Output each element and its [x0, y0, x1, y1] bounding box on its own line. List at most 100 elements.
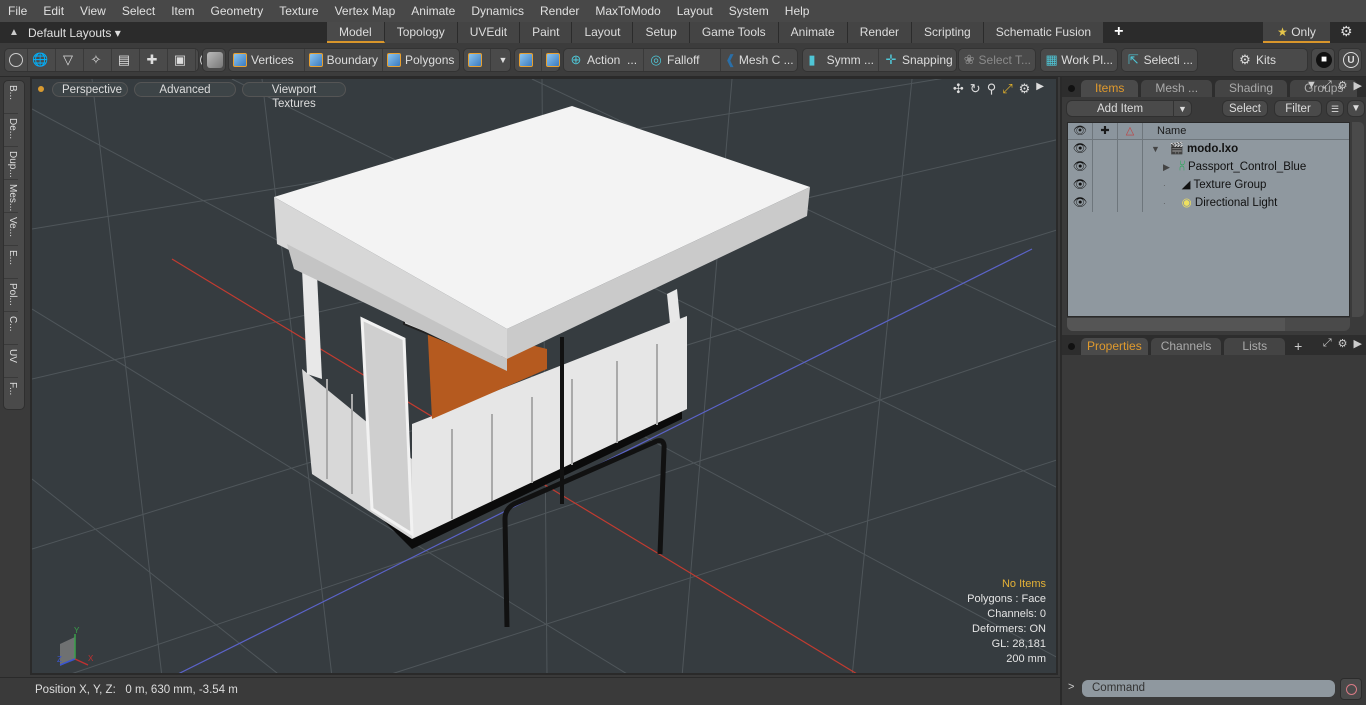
mesh-constraint-button[interactable]: ❰ Mesh C ... — [721, 49, 797, 71]
selection-sets-button[interactable]: ⇱ Selecti ... — [1122, 49, 1197, 71]
3d-viewport[interactable]: Perspective Advanced Viewport Textures ✣… — [30, 77, 1058, 675]
menu-texture[interactable]: Texture — [271, 4, 326, 18]
menu-select[interactable]: Select — [114, 4, 163, 18]
unity-button[interactable]: ■ — [1312, 49, 1339, 71]
left-tab-curve[interactable]: C... — [4, 312, 18, 345]
menu-render[interactable]: Render — [532, 4, 587, 18]
add-item-button[interactable]: Add Item ▼ — [1066, 100, 1192, 117]
menu-help[interactable]: Help — [777, 4, 818, 18]
tab-animate[interactable]: Animate — [778, 22, 848, 43]
lock-column-icon[interactable]: ✚ — [1093, 123, 1118, 139]
expand-right-icon[interactable]: ▶ — [1036, 81, 1044, 97]
visibility-column-icon[interactable]: 👁 — [1068, 123, 1093, 139]
command-input[interactable]: Command — [1082, 680, 1335, 697]
panel-gear-icon[interactable]: ⚙ — [1338, 79, 1348, 92]
unreal-button[interactable]: U — [1339, 49, 1366, 71]
tab-paint[interactable]: Paint — [520, 22, 573, 43]
locator-column-icon[interactable]: △ — [1118, 123, 1143, 139]
frame-tool-button[interactable]: ▣ — [168, 49, 196, 71]
select-button[interactable]: Select — [1222, 100, 1268, 117]
left-tab-edge[interactable]: E... — [4, 246, 18, 279]
layout-selector[interactable]: Default Layouts ▾ — [28, 26, 328, 40]
left-tab-uv[interactable]: UV — [4, 345, 18, 378]
expand-triangle-icon[interactable]: ▶ — [1163, 162, 1170, 172]
menu-geometry[interactable]: Geometry — [203, 4, 272, 18]
view-toggle-a-button[interactable] — [515, 49, 542, 71]
sphere-tool-button[interactable] — [5, 49, 28, 71]
outliner-vertical-scrollbar[interactable] — [1352, 122, 1364, 317]
eye-icon[interactable]: 👁 — [1068, 194, 1093, 212]
work-plane-button[interactable]: ▦ Work Pl... — [1041, 49, 1117, 71]
left-tab-duplicate[interactable]: Dup... — [4, 147, 18, 180]
tab-scripting[interactable]: Scripting — [912, 22, 984, 43]
tabs-dropdown-icon[interactable]: ▼ — [1306, 79, 1317, 92]
menu-file[interactable]: File — [0, 4, 35, 18]
viewport-gear-icon[interactable]: ⚙ — [1019, 81, 1031, 97]
properties-expand-icon[interactable]: ▶ — [1354, 337, 1362, 350]
left-tab-basic[interactable]: B... — [4, 81, 18, 114]
left-tab-polygon[interactable]: Pol... — [4, 279, 18, 312]
tab-channels[interactable]: Channels — [1150, 338, 1222, 355]
select-through-button[interactable]: ❀ Select T... — [959, 49, 1035, 71]
panel-menu-dot[interactable] — [1068, 85, 1075, 92]
only-filter-button[interactable]: ★ Only — [1263, 22, 1330, 43]
shading-mode-dropdown[interactable]: Advanced — [134, 81, 236, 97]
left-tab-fusion[interactable]: F... — [4, 378, 18, 411]
outliner-row[interactable]: 👁 ▶ ⩆ Passport_Control_Blue — [1068, 158, 1349, 176]
funnel-filter-icon[interactable]: ▼ — [1347, 100, 1365, 117]
tab-properties[interactable]: Properties — [1081, 338, 1148, 355]
outliner-row[interactable]: 👁 · ◉ Directional Light — [1068, 194, 1349, 212]
item-mode-button[interactable] — [203, 49, 227, 71]
cross-tool-button[interactable]: ✚ — [140, 49, 168, 71]
viewport-menu-dot[interactable] — [38, 86, 44, 92]
collapse-triangle-icon[interactable]: ▼ — [1151, 144, 1160, 154]
menu-view[interactable]: View — [72, 4, 114, 18]
align-tool-button[interactable]: ▤ — [112, 49, 140, 71]
menu-layout[interactable]: Layout — [669, 4, 721, 18]
globe-tool-button[interactable]: 🌐 — [28, 49, 56, 71]
sketch-tool-button[interactable]: ✧ — [84, 49, 112, 71]
tab-shading[interactable]: Shading — [1215, 80, 1288, 97]
name-column-header[interactable]: Name — [1143, 123, 1186, 139]
tab-layout[interactable]: Layout — [572, 22, 634, 43]
kits-button[interactable]: ⚙ Kits — [1233, 49, 1307, 71]
properties-menu-dot[interactable] — [1068, 343, 1075, 350]
outliner-row[interactable]: 👁 · ◢ Texture Group — [1068, 176, 1349, 194]
record-macro-button[interactable] — [1340, 678, 1362, 700]
view-mode-dropdown[interactable]: Perspective — [52, 81, 128, 97]
panel-expand-icon[interactable]: ▶ — [1354, 79, 1362, 92]
add-item-dropdown-icon[interactable]: ▼ — [1173, 101, 1191, 117]
list-options-icon[interactable]: ☰ — [1326, 100, 1344, 117]
tab-uvedit[interactable]: UVEdit — [457, 22, 521, 43]
polygons-mode-button[interactable]: Polygons — [383, 49, 459, 71]
outliner-row[interactable]: 👁 ▼ 🎬 modo.lxo — [1068, 140, 1349, 158]
menu-item[interactable]: Item — [163, 4, 202, 18]
tab-setup[interactable]: Setup — [633, 22, 690, 43]
scroll-thumb[interactable] — [1067, 318, 1285, 331]
maximize-icon[interactable]: ⤢ — [1002, 81, 1012, 97]
zoom-icon[interactable]: ⚲ — [987, 81, 997, 97]
pan-icon[interactable]: ✣ — [953, 81, 964, 97]
eye-icon[interactable]: 👁 — [1068, 158, 1093, 176]
add-tab-button[interactable]: + — [1104, 22, 1133, 43]
tab-game-tools[interactable]: Game Tools — [689, 22, 779, 43]
add-properties-tab-button[interactable]: + — [1288, 337, 1308, 355]
properties-gear-icon[interactable]: ⚙ — [1338, 337, 1348, 350]
menu-vertex-map[interactable]: Vertex Map — [327, 4, 404, 18]
outliner-horizontal-scrollbar[interactable] — [1067, 318, 1350, 331]
tab-items[interactable]: Items — [1081, 80, 1139, 97]
menu-edit[interactable]: Edit — [35, 4, 72, 18]
tab-lists[interactable]: Lists — [1224, 338, 1286, 355]
eye-icon[interactable]: 👁 — [1068, 140, 1093, 158]
gear-icon[interactable]: ⚙ — [1340, 23, 1353, 40]
tab-schematic-fusion[interactable]: Schematic Fusion — [983, 22, 1105, 43]
maximize-properties-icon[interactable]: ⤢ — [1323, 337, 1332, 350]
tab-render[interactable]: Render — [847, 22, 913, 43]
left-tab-deform[interactable]: De... — [4, 114, 18, 147]
tab-mesh[interactable]: Mesh ... — [1141, 80, 1213, 97]
collapse-arrow-icon[interactable]: ▲ — [0, 27, 28, 38]
action-center-button[interactable]: ⊕ Action ... — [564, 49, 644, 71]
rotate-icon[interactable]: ↻ — [970, 81, 981, 97]
left-tab-vertex[interactable]: Ve... — [4, 213, 18, 246]
pen-tool-button[interactable]: ▽ — [56, 49, 84, 71]
